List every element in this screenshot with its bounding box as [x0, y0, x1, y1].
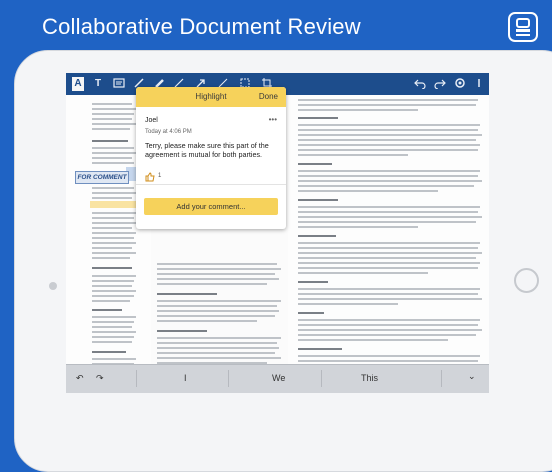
more-menu-icon[interactable]	[474, 77, 484, 91]
settings-icon[interactable]	[454, 77, 466, 91]
note-icon[interactable]	[112, 77, 126, 91]
app-logo-icon	[508, 12, 538, 42]
for-comment-stamp[interactable]: FOR COMMENT	[75, 171, 129, 184]
comment-panel-header: Highlight Done	[136, 87, 286, 107]
more-options-icon[interactable]: •••	[269, 115, 277, 124]
undo-icon[interactable]	[414, 77, 426, 91]
like-count: 1	[158, 173, 162, 179]
separator	[321, 370, 322, 387]
keyboard-suggestion-bar: ↶ ↷ I We This ⌄	[66, 364, 489, 393]
text-tool-icon[interactable]: T	[92, 77, 104, 91]
redo-icon[interactable]	[434, 77, 446, 91]
suggestion-2[interactable]: We	[272, 373, 285, 383]
dismiss-keyboard-icon[interactable]: ⌄	[468, 371, 476, 382]
undo-typing-icon[interactable]: ↶	[76, 373, 84, 384]
add-comment-button[interactable]: Add your comment...	[144, 198, 278, 215]
document-page-right[interactable]	[288, 95, 489, 382]
banner-title: Collaborative Document Review	[42, 14, 361, 39]
comment-timestamp: Today at 4:06 PM	[145, 129, 192, 135]
separator	[441, 370, 442, 387]
separator	[136, 370, 137, 387]
separator	[228, 370, 229, 387]
divider	[136, 184, 286, 185]
app-screen: A T FOR COMMENT Highlight Done Joel ••• …	[66, 73, 489, 393]
comment-panel: Highlight Done Joel ••• Today at 4:06 PM…	[136, 87, 286, 229]
comment-author: Joel	[145, 117, 158, 124]
camera	[49, 282, 57, 290]
suggestion-3[interactable]: This	[361, 373, 378, 383]
redo-typing-icon[interactable]: ↷	[96, 373, 104, 384]
text-style-icon[interactable]: A	[72, 77, 84, 91]
done-button[interactable]: Done	[259, 92, 278, 101]
comment-text: Terry, please make sure this part of the…	[145, 141, 269, 159]
suggestion-1[interactable]: I	[184, 373, 187, 383]
home-button[interactable]	[514, 268, 539, 293]
thumbs-up-icon[interactable]	[145, 172, 155, 184]
